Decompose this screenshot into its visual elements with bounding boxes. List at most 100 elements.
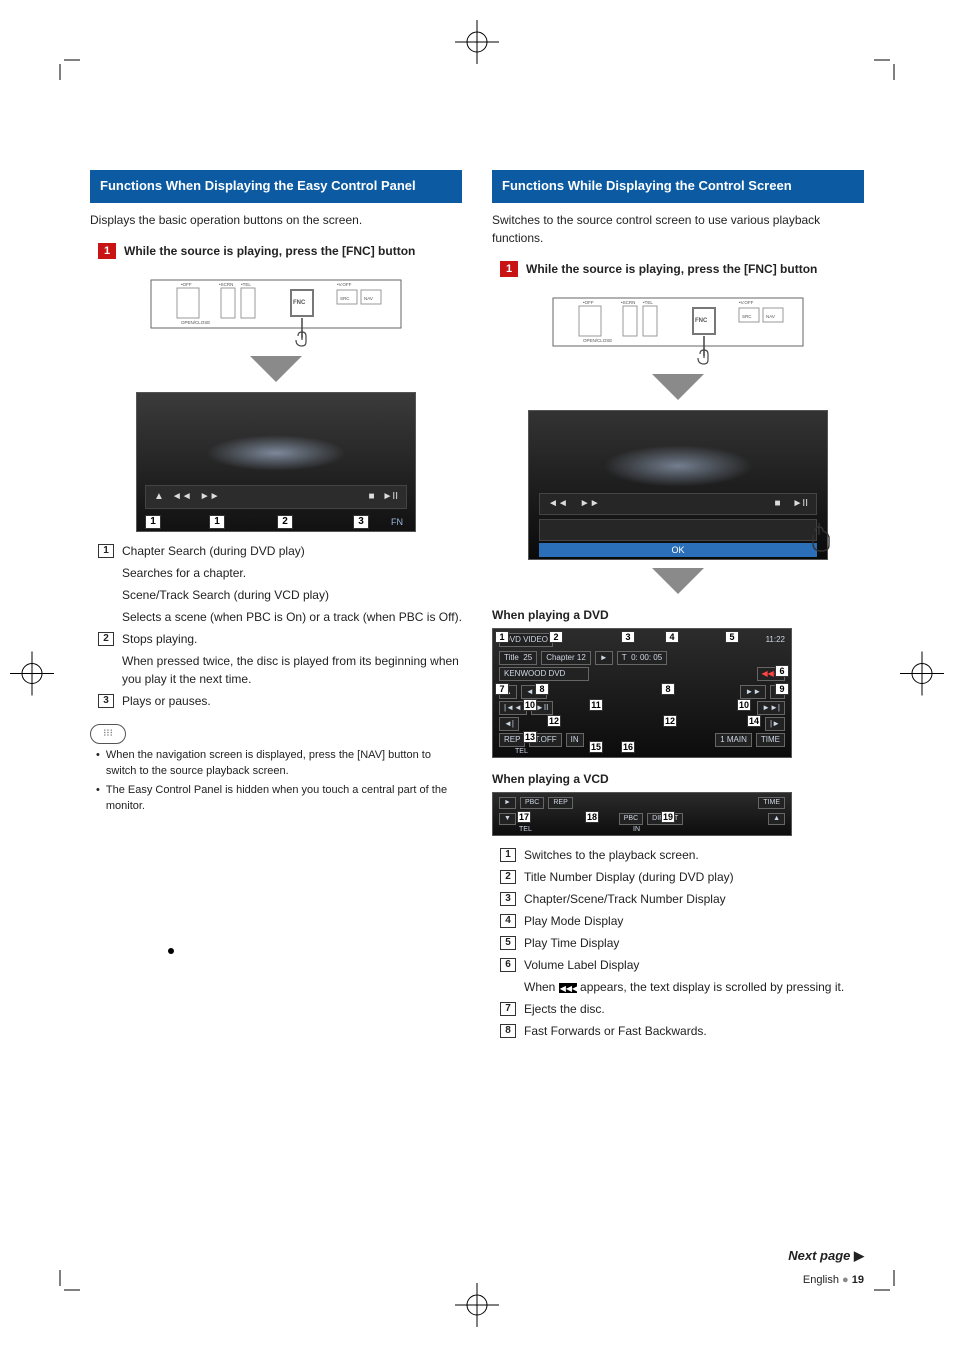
item-sub: When pressed twice, the disc is played f…: [122, 652, 462, 688]
step-1: 1 While the source is playing, press the…: [90, 243, 462, 260]
num-box: 1: [98, 544, 114, 558]
page-footer: Next page ▶ English ● 19: [90, 1248, 864, 1286]
play-pause-icon: ►II: [793, 498, 808, 509]
list-item: 7Ejects the disc.: [500, 1000, 864, 1018]
crop-mark-icon: [40, 40, 80, 80]
svg-text:•SCRN: •SCRN: [219, 282, 233, 287]
note-bullet: When the navigation screen is displayed,…: [96, 748, 462, 780]
svg-text:•OFF: •OFF: [583, 300, 594, 305]
notes: When the navigation screen is displayed,…: [96, 748, 462, 815]
rep-label: REP: [548, 797, 572, 809]
clock-label: 11:22: [766, 635, 785, 644]
num-box: 3: [98, 694, 114, 708]
step-number-badge: 1: [500, 261, 518, 277]
item-sub: Scene/Track Search (during VCD play): [122, 586, 462, 604]
stop-icon: ■: [368, 491, 374, 502]
control-screen-legend: 1Switches to the playback screen. 2Title…: [500, 846, 864, 1040]
down-arrow-icon: [652, 374, 704, 400]
step-fwd-icon: |►: [765, 717, 785, 731]
item-sub: When ◀◀◀ appears, the text display is sc…: [524, 978, 864, 996]
device-front-panel-figure: •OFF OPEN/CLOSE •SCRN •TEL FNC •V.OFF SR…: [543, 288, 813, 368]
svg-text:OPEN/CLOSE: OPEN/CLOSE: [583, 338, 612, 343]
main-label: 1 MAIN: [715, 733, 752, 747]
registration-mark-icon: [898, 650, 946, 701]
item-title: Stops playing.: [122, 630, 462, 648]
item-title: Chapter Search (during DVD play): [122, 542, 462, 560]
down-arrow-icon: [652, 568, 704, 594]
eject-icon: ▲: [154, 491, 164, 502]
item-sub: Selects a scene (when PBC is On) or a tr…: [122, 608, 462, 626]
time-button: TIME: [758, 797, 785, 809]
svg-text:SRC: SRC: [340, 296, 350, 301]
svg-text:SRC: SRC: [742, 314, 752, 319]
play-icon: ►: [595, 651, 613, 665]
svg-text:•V.OFF: •V.OFF: [739, 300, 754, 305]
svg-text:OPEN/CLOSE: OPEN/CLOSE: [181, 320, 210, 325]
right-triangle-icon: ▶: [854, 1248, 864, 1263]
list-item: 6Volume Label Display: [500, 956, 864, 974]
step-instruction: While the source is playing, press the […: [526, 261, 864, 278]
up-icon: ▲: [768, 813, 785, 825]
note-icon: ⁝⁝⁝: [90, 724, 126, 744]
list-item: 4Play Mode Display: [500, 912, 864, 930]
svg-text:•SCRN: •SCRN: [621, 300, 635, 305]
svg-text:•V.OFF: •V.OFF: [337, 282, 352, 287]
registration-mark-icon: [453, 1281, 501, 1332]
list-item: 3Chapter/Scene/Track Number Display: [500, 890, 864, 908]
list-item: 8Fast Forwards or Fast Backwards.: [500, 1022, 864, 1040]
svg-text:•TEL: •TEL: [241, 282, 251, 287]
prev-icon: ◄◄: [172, 491, 192, 502]
note-bullet: The Easy Control Panel is hidden when yo…: [96, 783, 462, 815]
left-column: Functions When Displaying the Easy Contr…: [90, 170, 462, 1054]
vcd-control-screen-figure: ► PBC REP TIME ▼ PBC DIRECT ▲ TEL IN 17 …: [492, 792, 792, 836]
step-number-badge: 1: [98, 243, 116, 259]
next-icon: ►►: [200, 491, 220, 502]
down-arrow-icon: [250, 356, 302, 382]
list-item: 2 Stops playing.: [98, 630, 462, 648]
volume-label: KENWOOD DVD: [499, 667, 589, 681]
step-back-icon: ◄|: [499, 717, 519, 731]
in-label: IN: [633, 826, 640, 833]
registration-mark-icon: [453, 18, 501, 69]
callout-2: 2: [277, 515, 293, 529]
skip-fwd-icon: ►►|: [757, 701, 785, 715]
ff-icon: ►►: [740, 685, 766, 699]
ok-band: OK: [539, 543, 817, 557]
prev-icon: ◄◄: [548, 498, 568, 509]
svg-text:•TEL: •TEL: [643, 300, 653, 305]
finger-pointer-icon: [807, 521, 835, 553]
fn-label: FN: [391, 517, 403, 527]
crop-mark-icon: [40, 1270, 80, 1310]
step-1: 1 While the source is playing, press the…: [492, 261, 864, 278]
right-column: Functions While Displaying the Control S…: [492, 170, 864, 1054]
num-box: 2: [98, 632, 114, 646]
svg-text:NAV: NAV: [364, 296, 373, 301]
tel-label: TEL: [515, 748, 528, 755]
list-item: 3 Plays or pauses.: [98, 692, 462, 710]
pbc-button: PBC: [619, 813, 643, 825]
device-front-panel-figure: •OFF OPEN/CLOSE •SCRN •TEL FNC •V.OFF SR…: [141, 270, 411, 350]
stop-icon: ■: [774, 498, 780, 509]
dvd-control-screen-figure: DVD VIDEO 11:22 Title 25 Chapter 12 ► T …: [492, 628, 792, 758]
tel-label: TEL: [519, 826, 532, 833]
in-button: IN: [566, 733, 584, 747]
svg-text:•OFF: •OFF: [181, 282, 192, 287]
rep-button: REP: [499, 733, 525, 747]
intro-text: Displays the basic operation buttons on …: [90, 211, 462, 229]
list-item: 5Play Time Display: [500, 934, 864, 952]
down-icon: ▼: [499, 813, 516, 825]
control-screen-select-figure: ◄◄ ►► ■ ►II OK: [528, 410, 828, 560]
section-header-easy-panel: Functions When Displaying the Easy Contr…: [90, 170, 462, 203]
callout-1: 1: [145, 515, 161, 529]
subheading-dvd: When playing a DVD: [492, 608, 864, 622]
list-item: 1Switches to the playback screen.: [500, 846, 864, 864]
subheading-vcd: When playing a VCD: [492, 772, 864, 786]
svg-text:FNC: FNC: [293, 300, 306, 306]
svg-text:NAV: NAV: [766, 314, 775, 319]
next-icon: ►►: [580, 498, 600, 509]
intro-text: Switches to the source control screen to…: [492, 211, 864, 247]
pbc-label: PBC: [520, 797, 544, 809]
next-page-label: Next page ▶: [90, 1248, 864, 1264]
play-pause-icon: ►II: [383, 491, 398, 502]
crop-mark-icon: [874, 40, 914, 80]
